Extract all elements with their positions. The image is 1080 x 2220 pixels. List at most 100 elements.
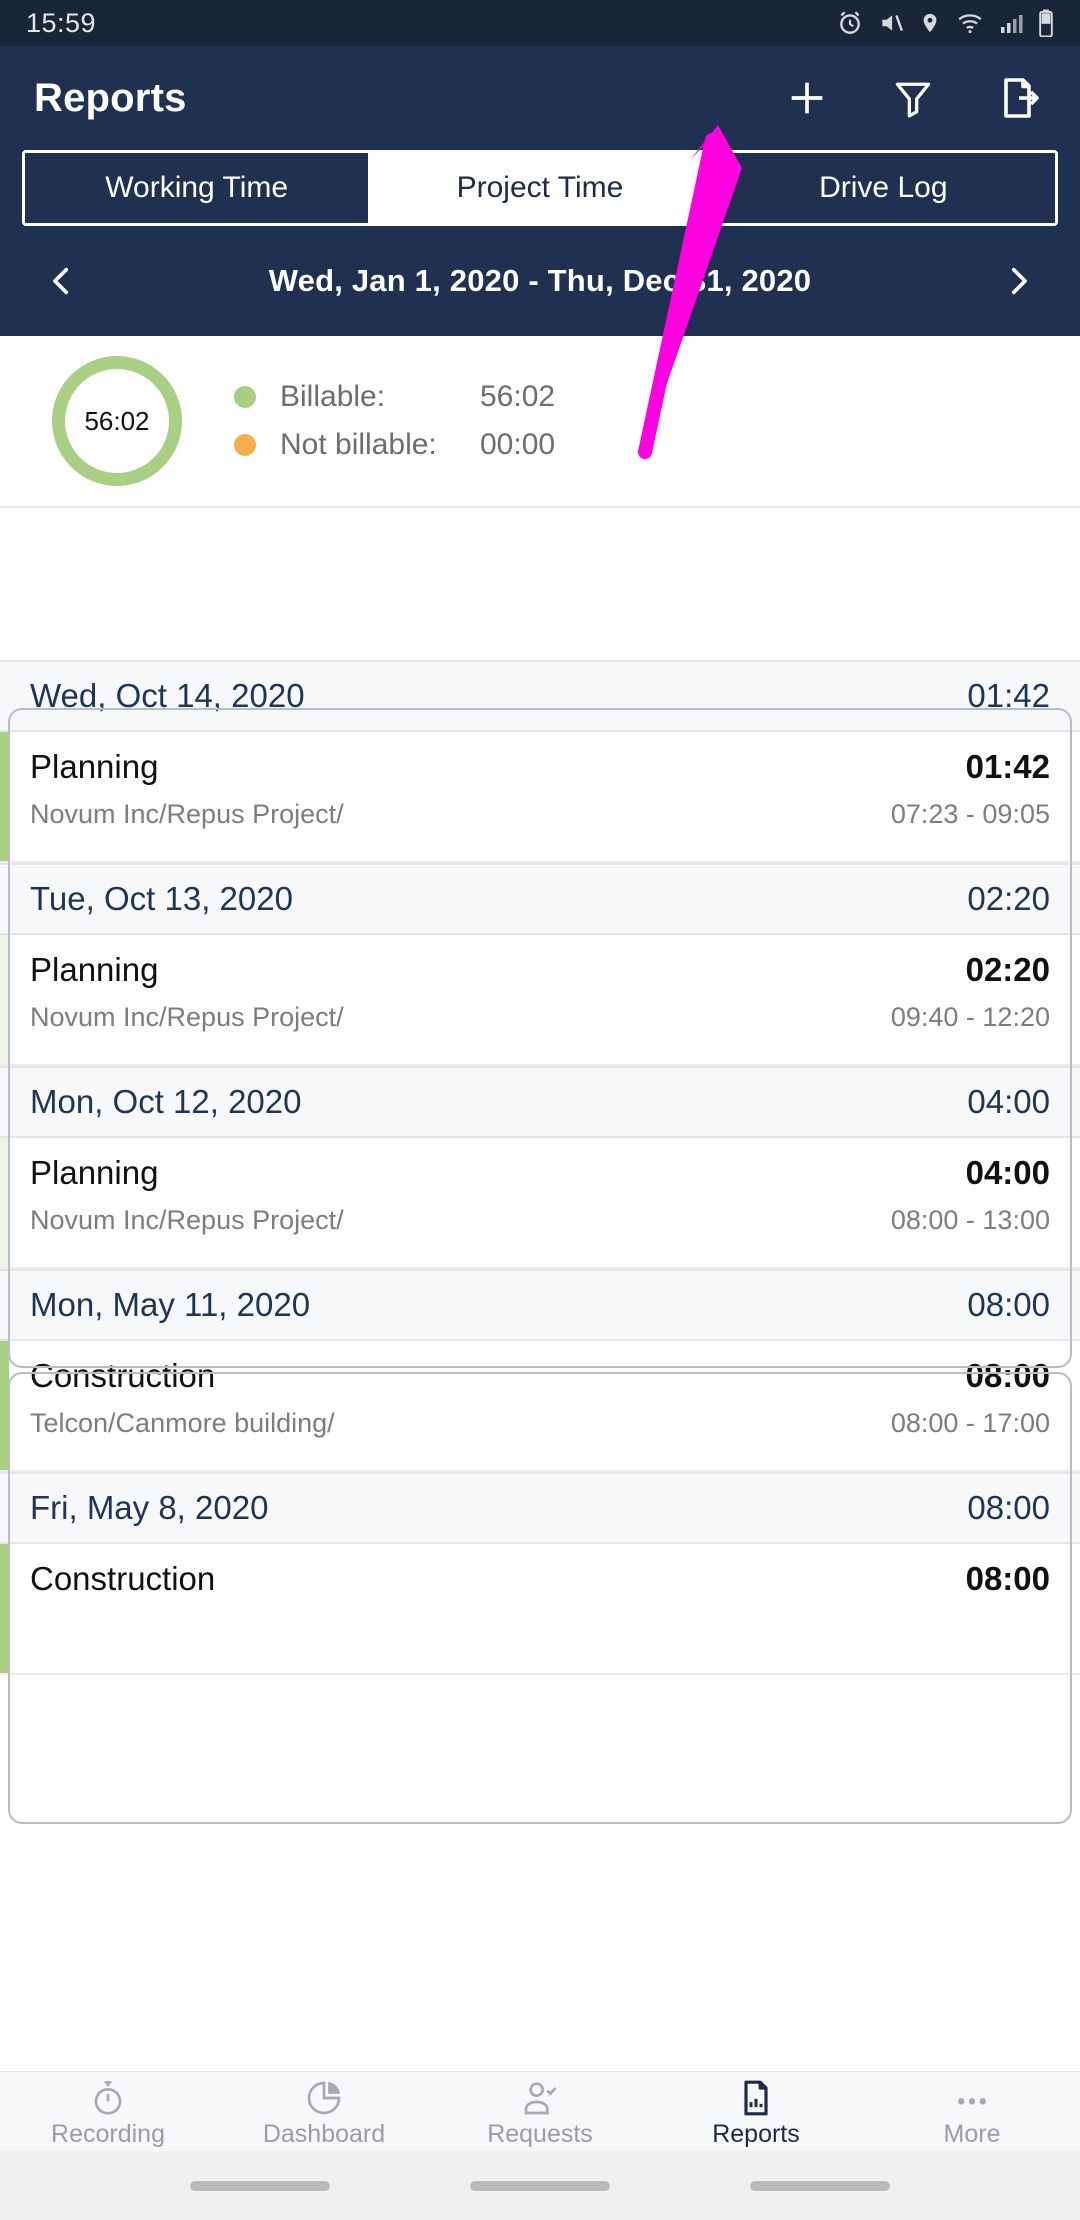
pie-chart-icon (304, 2074, 344, 2118)
nav-item-recording[interactable]: Recording (0, 2074, 216, 2149)
tabs-container: Working Time Project Time Drive Log (0, 150, 1080, 226)
nav-item-more[interactable]: More (864, 2074, 1080, 2149)
chevron-right-icon[interactable] (990, 253, 1046, 309)
billable-accent-bar (0, 1544, 9, 1673)
list-item[interactable]: Planning 02:20 Novum Inc/Repus Project/ … (0, 935, 1080, 1066)
system-gesture-bar (0, 2151, 1080, 2220)
entry-duration: 04:00 (965, 1154, 1050, 1191)
report-list[interactable]: Wed, Oct 14, 2020 01:42 Planning 01:42 N… (0, 660, 1080, 2071)
billable-accent-bar (0, 732, 9, 861)
day-date: Fri, May 8, 2020 (30, 1489, 269, 1526)
entry-time-range: 09:40 - 12:20 (890, 1002, 1050, 1032)
bottom-navigation: Recording Dashboard Requests Reports Mor… (0, 2071, 1080, 2151)
day-header[interactable]: Fri, May 8, 2020 08:00 (0, 1472, 1080, 1544)
nav-label-dashboard: Dashboard (262, 2120, 386, 2148)
mute-icon (878, 10, 904, 36)
date-range-nav: Wed, Jan 1, 2020 - Thu, Dec 31, 2020 (0, 226, 1080, 336)
list-item[interactable]: Construction 08:00 Telcon/Canmore buildi… (0, 1341, 1080, 1472)
entry-title: Construction (30, 1560, 216, 1597)
app-bar-actions (780, 71, 1046, 125)
entry-title: Planning (30, 748, 159, 785)
entry-project: Novum Inc/Repus Project/ (30, 799, 344, 829)
nav-item-dashboard[interactable]: Dashboard (216, 2074, 432, 2149)
not-billable-dot-icon (234, 434, 256, 456)
entry-title: Planning (30, 951, 159, 988)
tab-project-time[interactable]: Project Time (368, 153, 712, 223)
day-header[interactable]: Mon, May 11, 2020 08:00 (0, 1269, 1080, 1341)
billable-value: 56:02 (480, 380, 556, 413)
person-check-icon (520, 2074, 560, 2118)
gesture-pill (750, 2180, 890, 2191)
summary-legend: Billable: 56:02 Not billable: 00:00 (234, 373, 555, 469)
app-bar: Reports (0, 46, 1080, 150)
stopwatch-icon (88, 2074, 128, 2118)
list-item[interactable]: Planning 01:42 Novum Inc/Repus Project/ … (0, 732, 1080, 863)
day-date: Tue, Oct 13, 2020 (30, 880, 293, 917)
export-icon[interactable] (992, 71, 1046, 125)
entry-project: Telcon/Canmore building/ (30, 1408, 335, 1438)
nav-item-reports[interactable]: Reports (648, 2074, 864, 2149)
day-header[interactable]: Wed, Oct 14, 2020 01:42 (0, 660, 1080, 732)
status-icon-group (837, 9, 1054, 37)
nav-label-requests: Requests (487, 2120, 593, 2148)
donut-total-label: 56:02 (84, 405, 150, 436)
entry-time-range: 08:00 - 17:00 (890, 1408, 1050, 1438)
entry-duration: 08:00 (965, 1560, 1050, 1597)
legend-row-not-billable: Not billable: 00:00 (234, 421, 555, 469)
gesture-pill (470, 2180, 610, 2191)
not-billable-label: Not billable: (280, 428, 437, 461)
tab-working-time[interactable]: Working Time (25, 153, 369, 223)
day-total: 08:00 (967, 1286, 1050, 1323)
entry-duration: 02:20 (965, 951, 1050, 988)
billable-dot-icon (234, 386, 256, 408)
entry-time-range: 08:00 - 13:00 (890, 1205, 1050, 1235)
tab-drive-log[interactable]: Drive Log (711, 153, 1055, 223)
billable-label: Billable: (280, 380, 386, 413)
date-range-label: Wed, Jan 1, 2020 - Thu, Dec 31, 2020 (268, 263, 812, 298)
wifi-icon (956, 10, 984, 36)
total-donut-chart: 56:02 (52, 356, 182, 486)
day-total: 04:00 (967, 1083, 1050, 1120)
day-date: Mon, May 11, 2020 (30, 1286, 311, 1323)
add-icon[interactable] (780, 71, 834, 125)
nav-label-recording: Recording (51, 2120, 165, 2148)
summary-panel: 56:02 Billable: 56:02 Not billable: 00:0… (0, 336, 1080, 508)
location-icon (919, 10, 941, 36)
entry-title: Planning (30, 1154, 159, 1191)
entry-time-range: 07:23 - 09:05 (890, 799, 1050, 829)
day-date: Mon, Oct 12, 2020 (30, 1083, 302, 1120)
entry-project: Novum Inc/Repus Project/ (30, 1205, 344, 1235)
entry-duration: 08:00 (965, 1357, 1050, 1394)
nav-label-reports: Reports (712, 2120, 800, 2148)
day-total: 02:20 (967, 880, 1050, 917)
tab-bar: Working Time Project Time Drive Log (22, 150, 1058, 226)
page-title: Reports (34, 75, 187, 120)
list-item[interactable]: Planning 04:00 Novum Inc/Repus Project/ … (0, 1138, 1080, 1269)
ellipsis-icon (952, 2074, 992, 2118)
not-billable-value: 00:00 (480, 428, 556, 461)
battery-icon (1038, 9, 1054, 37)
filter-icon[interactable] (886, 71, 940, 125)
nav-item-requests[interactable]: Requests (432, 2074, 648, 2149)
signal-icon (999, 10, 1023, 36)
gesture-pill (190, 2180, 330, 2191)
document-chart-icon (736, 2074, 776, 2118)
day-total: 01:42 (967, 677, 1050, 714)
day-date: Wed, Oct 14, 2020 (30, 677, 305, 714)
status-time: 15:59 (26, 7, 97, 38)
status-bar: 15:59 (0, 0, 1080, 46)
entry-project: Novum Inc/Repus Project/ (30, 1002, 344, 1032)
nav-label-more: More (943, 2120, 1001, 2148)
day-total: 08:00 (967, 1489, 1050, 1526)
billable-accent-bar (0, 1341, 9, 1470)
entry-title: Construction (30, 1357, 216, 1394)
day-header[interactable]: Tue, Oct 13, 2020 02:20 (0, 863, 1080, 935)
entry-duration: 01:42 (965, 748, 1050, 785)
billable-accent-bar (0, 935, 9, 1064)
legend-row-billable: Billable: 56:02 (234, 373, 555, 421)
alarm-icon (837, 10, 863, 36)
billable-accent-bar (0, 1138, 9, 1267)
day-header[interactable]: Mon, Oct 12, 2020 04:00 (0, 1066, 1080, 1138)
chevron-left-icon[interactable] (34, 253, 90, 309)
list-item[interactable]: Construction 08:00 (0, 1544, 1080, 1675)
